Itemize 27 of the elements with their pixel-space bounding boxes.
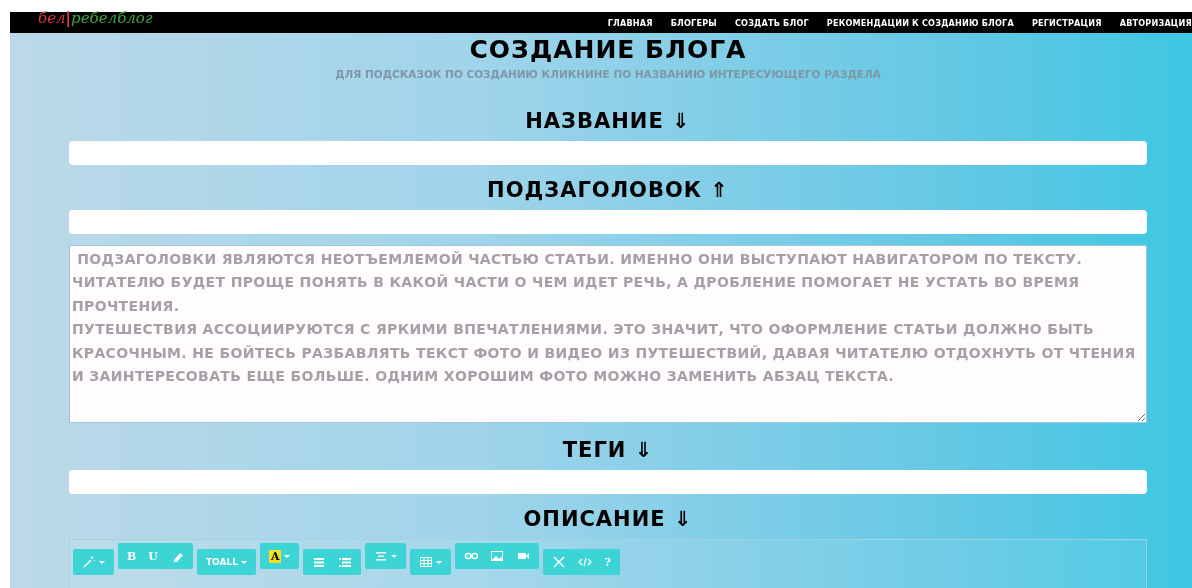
nav-link[interactable]: РЕКОМЕНДАЦИИ К СОЗДАНИЮ БЛОГА: [826, 17, 1014, 28]
table-icon: [419, 555, 434, 569]
code-icon: [578, 555, 593, 569]
section-heading[interactable]: ПОДЗАГОЛОВОК ⇑: [69, 176, 1147, 204]
nav-link[interactable]: АВТОРИЗАЦИЯ: [1119, 17, 1192, 28]
nav-link[interactable]: РЕГИСТРАЦИЯ: [1031, 17, 1102, 28]
nav-link[interactable]: СОЗДАТЬ БЛОГ: [734, 17, 809, 28]
logo-text[interactable]: ребелблог: [71, 12, 153, 24]
page-title: СОЗДАНИЕ БЛОГА: [468, 35, 748, 65]
magic-wand-icon: [82, 555, 96, 569]
section-heading[interactable]: НАЗВАНИЕ ⇓: [69, 107, 1147, 135]
nav-link[interactable]: БЛОГЕРЫ: [670, 17, 717, 28]
align-icon: [374, 549, 389, 563]
rich-text-editor[interactable]: B U TOALL A ?: [69, 539, 1147, 588]
text-color-swatch: A: [268, 549, 282, 563]
numbered-list-icon: [338, 555, 353, 569]
bulleted-list-icon: [312, 555, 327, 569]
logo-text[interactable]: бел: [38, 12, 66, 24]
picture-icon: [490, 549, 505, 563]
input-field[interactable]: [69, 210, 1147, 234]
page-subtitle: ДЛЯ ПОДСКАЗОК ПО СОЗДАНИЮ КЛИКНИНЕ ПО НАЗВАНИЮ ИНТЕРЕСУЮЩЕГО РАЗДЕЛА: [334, 67, 882, 81]
input-field[interactable]: [69, 470, 1147, 494]
fullscreen-icon: [552, 555, 567, 569]
section-heading[interactable]: ТЕГИ ⇓: [69, 436, 1147, 464]
section-heading[interactable]: ОПИСАНИЕ ⇓: [69, 505, 1147, 533]
input-field[interactable]: [69, 141, 1147, 165]
nav-link[interactable]: ГЛАВНАЯ: [607, 17, 653, 28]
